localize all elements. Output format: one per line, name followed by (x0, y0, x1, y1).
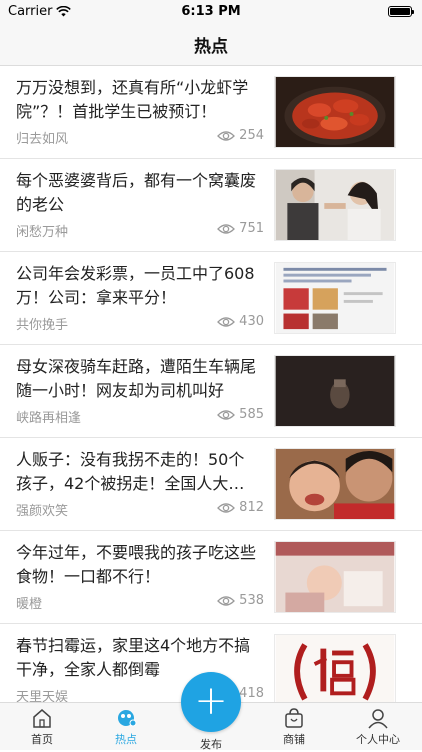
plus-icon: + (194, 677, 228, 724)
publish-button[interactable]: + (181, 672, 241, 732)
view-count-value: 751 (239, 221, 264, 236)
page-title: 热点 (194, 37, 228, 57)
news-headline: 公司年会发彩票，一员工中了608万！公司：拿来平分！ (16, 264, 255, 307)
news-headline: 母女深夜骑车赶路，遭陌生车辆尾随一小时！网友却为司机叫好 (16, 357, 256, 400)
navigation-bar: 热点 (0, 24, 422, 66)
status-time: 6:13 PM (181, 4, 241, 19)
eye-icon (217, 316, 236, 327)
news-author: 闲愁万种 (16, 225, 69, 240)
view-count-value: 812 (239, 500, 264, 515)
news-item[interactable]: 今年过年，不要喂我的孩子吃这些食物！一口都不行！ 暖橙 538 (0, 531, 422, 624)
view-count-value: 585 (239, 407, 264, 422)
view-count: 751 (217, 221, 264, 236)
night-road-photo[interactable] (274, 355, 396, 427)
eye-icon (217, 502, 236, 513)
news-item[interactable]: 母女深夜骑车赶路，遭陌生车辆尾随一小时！网友却为司机叫好 峡路再相逢 585 (0, 345, 422, 438)
news-author: 共你挽手 (16, 318, 69, 333)
fu-character-photo[interactable] (274, 634, 396, 702)
crying-child-photo[interactable] (274, 448, 396, 520)
tab-home[interactable]: 首页 (7, 707, 77, 747)
eye-icon (217, 130, 236, 141)
status-bar: Carrier 6:13 PM (0, 0, 422, 24)
eye-icon (217, 223, 236, 234)
shop-bag-icon (285, 708, 303, 728)
news-headline: 今年过年，不要喂我的孩子吃这些食物！一口都不行！ (16, 543, 256, 586)
tab-shop[interactable]: 商铺 (259, 707, 329, 747)
news-item[interactable]: 万万没想到，还真有所“小龙虾学院”？！首批学生已被预订！ 归去如风 254 (0, 66, 422, 159)
news-headline: 万万没想到，还真有所“小龙虾学院”？！首批学生已被预订！ (16, 78, 249, 121)
view-count: 538 (217, 593, 264, 608)
hot-icon (118, 710, 137, 727)
view-count: 812 (217, 500, 264, 515)
news-author: 天里天娱 (16, 690, 69, 702)
view-count-value: 538 (239, 593, 264, 608)
news-feed[interactable]: 万万没想到，还真有所“小龙虾学院”？！首批学生已被预订！ 归去如风 254 每个… (0, 66, 422, 702)
view-count-value: 430 (239, 314, 264, 329)
home-icon (33, 709, 51, 728)
chat-screenshot-photo[interactable] (274, 262, 396, 334)
view-count-value: 418 (239, 686, 264, 701)
women-arguing-photo[interactable] (274, 169, 396, 241)
news-item[interactable]: 人贩子：没有我拐不走的！50个孩子，42个被拐走！全国人大代表… 强颜欢笑 81… (0, 438, 422, 531)
battery-icon (388, 6, 414, 17)
tab-hot-label: 热点 (115, 733, 137, 746)
tab-hot[interactable]: 热点 (91, 707, 161, 747)
baby-photo[interactable] (274, 541, 396, 613)
news-headline: 每个恶婆婆背后，都有一个窝囊废的老公 (16, 171, 256, 214)
tab-profile-label: 个人中心 (356, 733, 400, 746)
tab-profile[interactable]: 个人中心 (343, 707, 413, 747)
tab-shop-label: 商铺 (283, 733, 305, 746)
news-author: 峡路再相逢 (16, 411, 82, 426)
news-author: 暖橙 (16, 597, 43, 612)
news-headline: 人贩子：没有我拐不走的！50个孩子，42个被拐走！全国人大代表… (16, 450, 245, 493)
news-item[interactable]: 每个恶婆婆背后，都有一个窝囊废的老公 闲愁万种 751 (0, 159, 422, 252)
view-count: 585 (217, 407, 264, 422)
news-author: 强颜欢笑 (16, 504, 69, 519)
news-item[interactable]: 公司年会发彩票，一员工中了608万！公司：拿来平分！ 共你挽手 430 (0, 252, 422, 345)
view-count-value: 254 (239, 128, 264, 143)
person-icon (368, 709, 388, 729)
view-count: 430 (217, 314, 264, 329)
crayfish-dish-photo[interactable] (274, 76, 396, 148)
view-count: 254 (217, 128, 264, 143)
news-author: 归去如风 (16, 132, 69, 147)
tab-home-label: 首页 (31, 733, 53, 746)
eye-icon (217, 409, 236, 420)
eye-icon (217, 595, 236, 606)
